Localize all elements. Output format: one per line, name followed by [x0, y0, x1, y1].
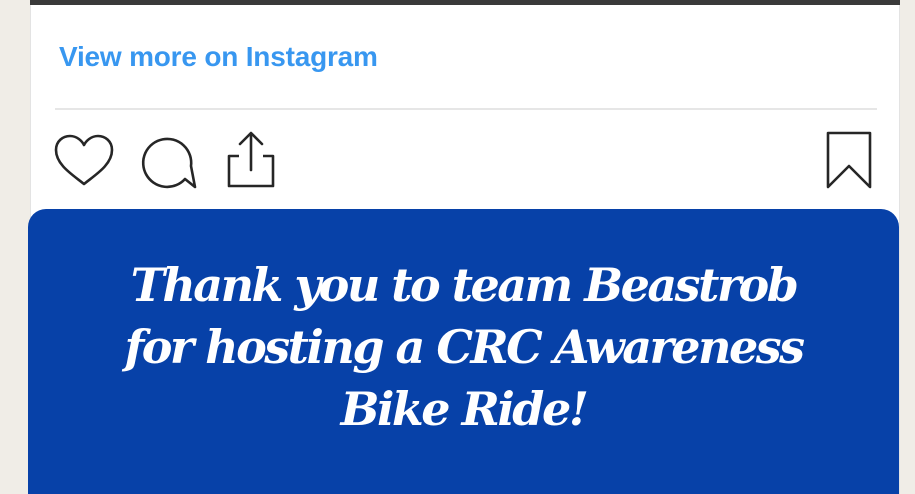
comment-icon[interactable] [139, 132, 199, 197]
bookmark-icon[interactable] [825, 130, 873, 195]
share-icon[interactable] [223, 130, 279, 195]
divider [55, 108, 877, 110]
view-more-on-instagram-link[interactable]: View more on Instagram [59, 41, 378, 73]
heart-icon[interactable] [53, 133, 115, 194]
banner-message: Thank you to team Beastrob for hosting a… [124, 257, 805, 436]
thank-you-banner: Thank you to team Beastrob for hosting a… [28, 209, 899, 494]
